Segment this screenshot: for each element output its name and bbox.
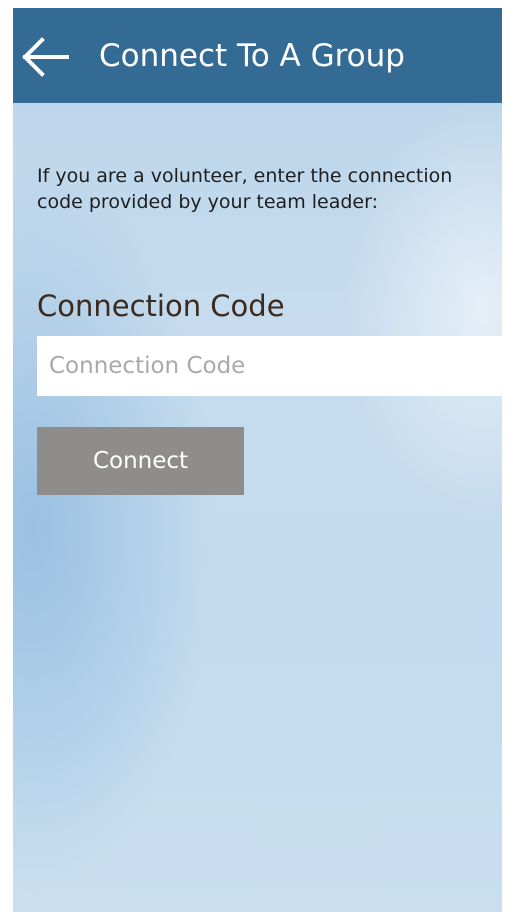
connection-code-label: Connection Code	[37, 289, 285, 323]
app-screen: Connect To A Group If you are a voluntee…	[13, 8, 502, 912]
app-header: Connect To A Group	[13, 8, 502, 103]
back-button[interactable]	[19, 36, 71, 78]
arrow-left-icon	[22, 37, 69, 77]
page-title: Connect To A Group	[99, 38, 405, 74]
connect-button[interactable]: Connect	[37, 427, 244, 495]
connection-code-input[interactable]	[37, 336, 502, 396]
instructions-text: If you are a volunteer, enter the connec…	[37, 165, 453, 213]
